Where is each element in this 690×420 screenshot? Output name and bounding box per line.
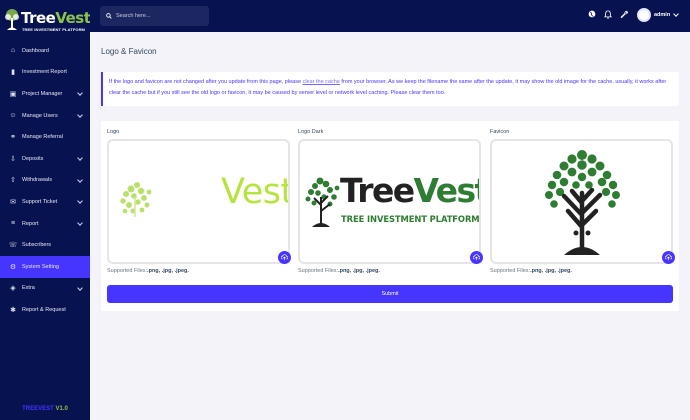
upload-icon xyxy=(665,254,672,261)
admin-name[interactable]: admin xyxy=(654,12,670,18)
sidebar-item-label: Manage Referral xyxy=(22,134,63,141)
logo-dark-supported-types: .png, .jpg, .jpeg. xyxy=(338,268,380,274)
logo-supported-prefix: Supported Files: xyxy=(107,268,148,274)
withdraw-icon: ⇧ xyxy=(10,177,16,185)
favicon-supported-files: Supported Files:.png, .jpg, .jpeg. xyxy=(490,268,572,274)
search-input[interactable] xyxy=(116,13,206,19)
sidebar-item-withdrawals[interactable]: ⇧ Withdrawals xyxy=(0,170,90,192)
brand-logo[interactable]: TreeVest TREE INVESTMENT PLATFORM xyxy=(4,8,91,34)
logo-preview: Vest xyxy=(107,139,290,264)
sidebar-item-label: Report & Request xyxy=(22,306,66,313)
sidebar-item-label: System Setting xyxy=(22,263,59,270)
logo-upload-button[interactable] xyxy=(278,251,291,264)
sidebar-item-label: Dashboard xyxy=(22,47,49,54)
sidebar-item-subscribers[interactable]: ☏ Subscribers xyxy=(0,234,90,256)
logo-dark-supported-prefix: Supported Files: xyxy=(298,268,339,274)
deposit-icon: ⇩ xyxy=(10,155,16,163)
brand-name-part2: Vest xyxy=(55,9,91,27)
logo-supported-types: .png, .jpg, .jpeg. xyxy=(147,268,189,274)
submit-button[interactable]: Submit xyxy=(107,285,673,303)
sidebar-item-label: Deposits xyxy=(22,155,44,162)
bar-chart-icon: ▮ xyxy=(11,69,15,77)
logo-dark-preview-tagline: TREE INVESTMENT PLATFORM xyxy=(341,214,480,224)
sidebar-item-label: Subscribers xyxy=(22,242,52,249)
subscribers-icon: ☏ xyxy=(8,242,18,250)
chevron-down-icon xyxy=(77,90,83,97)
cache-warning-alert: If the logo and favicon are not changed … xyxy=(101,72,679,106)
sidebar-item-manage-referral[interactable]: ⚭ Manage Referral xyxy=(0,126,90,148)
sidebar-item-investment-report[interactable]: ▮ Investment Report xyxy=(0,62,90,84)
bell-icon[interactable] xyxy=(603,9,613,19)
report-icon: ≡ xyxy=(10,220,16,228)
chevron-down-icon[interactable] xyxy=(673,11,679,17)
briefcase-icon: ▣ xyxy=(9,90,17,98)
sidebar-item-label: Investment Report xyxy=(22,69,67,76)
sidebar-item-label: Report xyxy=(22,220,39,227)
logo-supported-files: Supported Files:.png, .jpg, .jpeg. xyxy=(107,268,189,274)
home-icon: ⌂ xyxy=(10,47,16,55)
sidebar-menu: ⌂ Dashboard ▮ Investment Report ▣ Project Man… xyxy=(0,40,90,321)
chevron-down-icon xyxy=(77,176,83,183)
sidebar-item-support-ticket[interactable]: ✉ Support Ticket xyxy=(0,191,90,213)
favicon-preview-image xyxy=(545,150,620,255)
layers-icon: ◈ xyxy=(10,285,16,293)
sidebar-item-report[interactable]: ≡ Report xyxy=(0,213,90,235)
logo-preview-text: Vest xyxy=(221,172,290,212)
clear-cache-link[interactable]: clear the cache xyxy=(303,79,340,85)
sidebar-item-system-setting[interactable]: ⚙ System Setting xyxy=(0,255,90,278)
logo-dark-supported-files: Supported Files:.png, .jpg, .jpeg. xyxy=(298,268,380,274)
link-icon: ⚭ xyxy=(10,134,16,142)
tree-logo-icon xyxy=(5,9,19,30)
favicon-preview xyxy=(490,139,673,264)
upload-icon xyxy=(281,254,288,261)
globe-icon[interactable] xyxy=(587,9,597,19)
sidebar-item-dashboard[interactable]: ⌂ Dashboard xyxy=(0,40,90,62)
favicon-label: Favicon xyxy=(490,129,510,135)
sidebar-item-label: Support Ticket xyxy=(22,198,58,205)
search-bar[interactable] xyxy=(100,6,209,26)
ticket-icon: ✉ xyxy=(10,198,16,206)
topbar: admin xyxy=(90,0,690,32)
logo-label: Logo xyxy=(107,129,120,135)
search-icon xyxy=(106,13,112,19)
logo-dark-label: Logo Dark xyxy=(298,129,324,135)
version-number: V1.0 xyxy=(55,406,68,412)
favicon-supported-prefix: Supported Files: xyxy=(490,268,531,274)
wrench-icon[interactable] xyxy=(619,9,629,19)
sidebar-item-label: Project Manager xyxy=(22,90,63,97)
favicon-supported-types: .png, .jpg, .jpeg. xyxy=(530,268,572,274)
users-icon: ☺ xyxy=(9,112,17,120)
bug-icon: ✱ xyxy=(10,306,16,314)
logo-dark-text-vest: Vest xyxy=(413,171,479,210)
sidebar-item-label: Extra xyxy=(22,285,35,292)
sidebar-item-label: Withdrawals xyxy=(22,177,52,184)
sidebar-item-deposits[interactable]: ⇩ Deposits xyxy=(0,148,90,170)
chevron-down-icon xyxy=(77,284,83,291)
chevron-down-icon xyxy=(77,111,83,118)
brand-name: TreeVest xyxy=(21,9,91,27)
version-name: TREEVEST xyxy=(22,406,54,412)
version-label: TREEVEST V1.0 xyxy=(0,406,90,412)
chevron-down-icon xyxy=(77,219,83,226)
sidebar: TreeVest TREE INVESTMENT PLATFORM ⌂ Dashb… xyxy=(0,0,91,420)
upload-icon xyxy=(473,254,480,261)
avatar[interactable] xyxy=(637,8,651,22)
favicon-upload-button[interactable] xyxy=(662,251,675,264)
sidebar-item-label: Manage Users xyxy=(22,112,58,119)
page-title: Logo & Favicon xyxy=(101,47,157,56)
sidebar-item-project-manager[interactable]: ▣ Project Manager xyxy=(0,83,90,105)
sidebar-item-report-request[interactable]: ✱ Report & Request xyxy=(0,299,90,321)
logo-dark-preview-text: TreeVest xyxy=(340,171,479,210)
brand-name-part1: Tree xyxy=(21,9,56,27)
chevron-down-icon xyxy=(77,155,83,161)
logo-dark-preview: TreeVest TREE INVESTMENT PLATFORM xyxy=(298,139,481,264)
sidebar-item-manage-users[interactable]: ☺ Manage Users xyxy=(0,105,90,127)
sidebar-item-extra[interactable]: ◈ Extra xyxy=(0,278,90,300)
logo-dark-text-tree: Tree xyxy=(340,171,415,210)
alert-text-before: If the logo and favicon are not changed … xyxy=(109,79,303,85)
brand-tagline: TREE INVESTMENT PLATFORM xyxy=(22,27,85,32)
logo-dark-upload-button[interactable] xyxy=(470,251,483,264)
gear-icon: ⚙ xyxy=(9,263,17,271)
chevron-down-icon xyxy=(77,198,83,204)
